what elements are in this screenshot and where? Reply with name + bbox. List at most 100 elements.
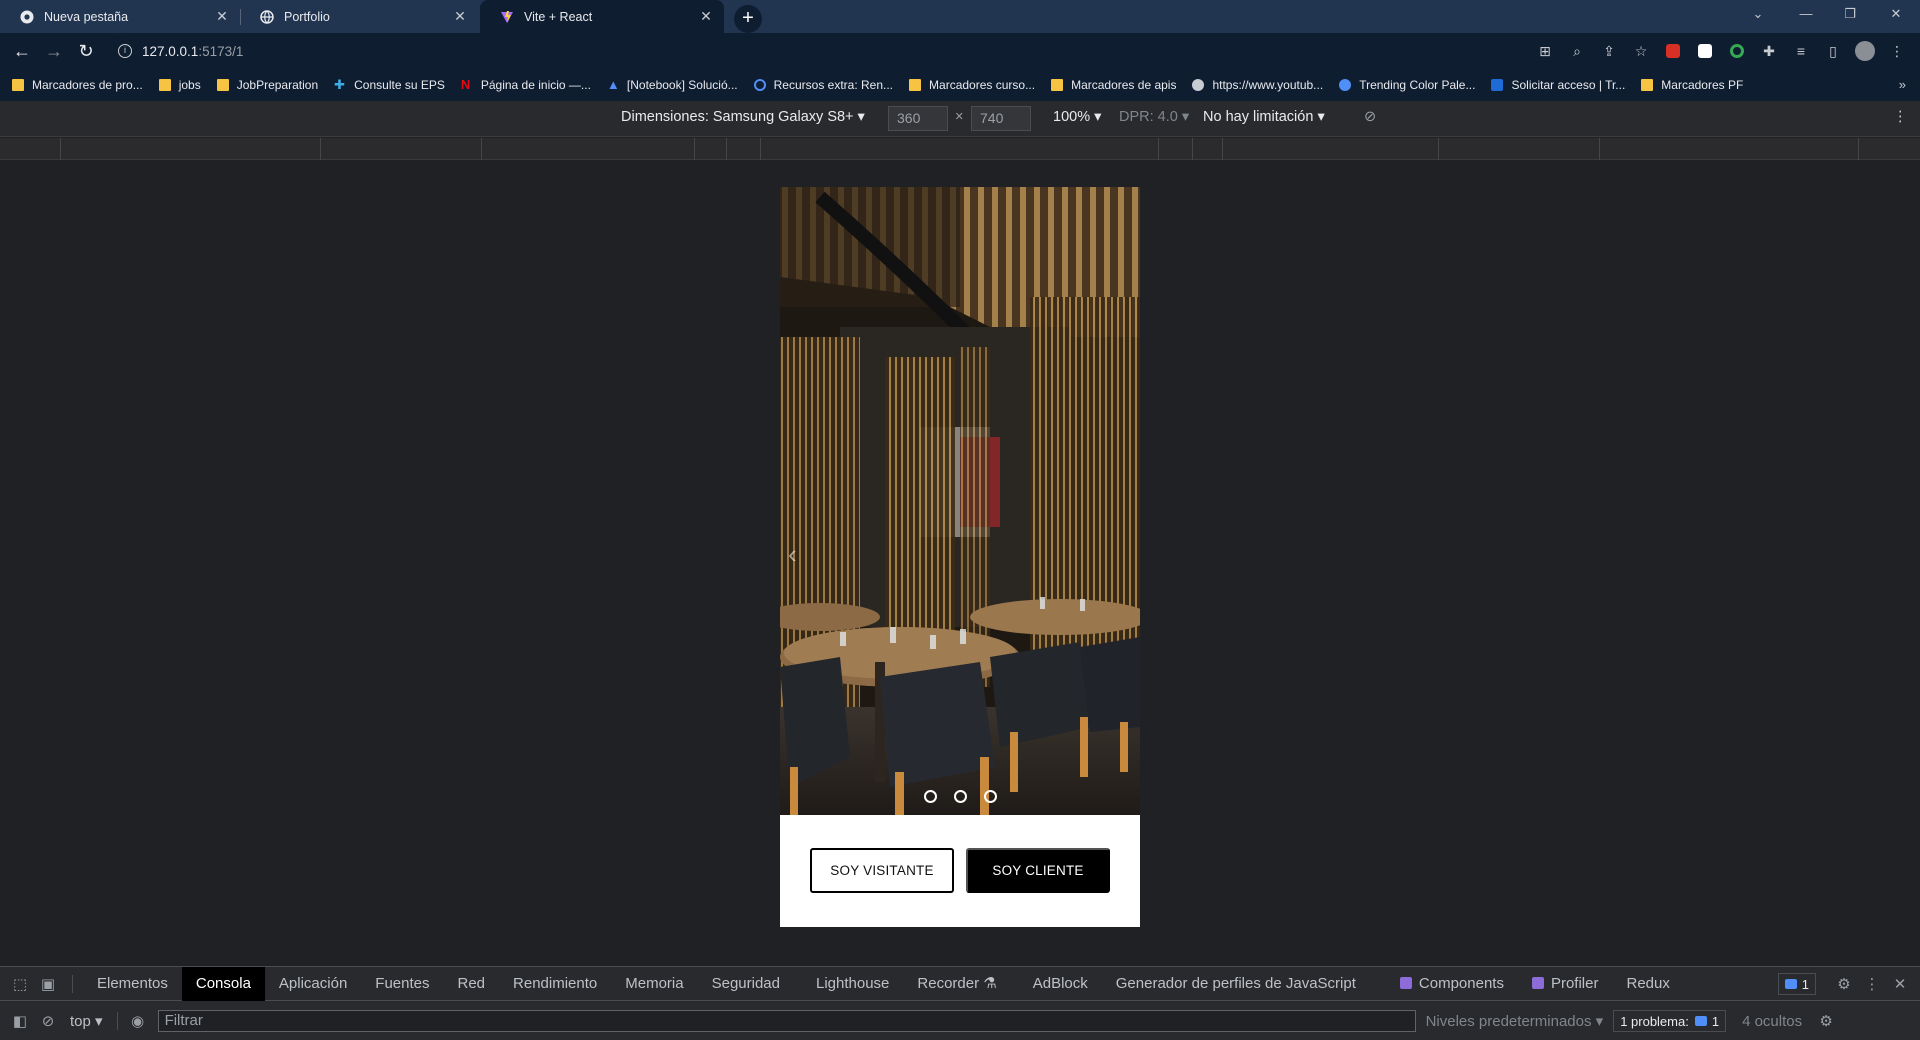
ruler-segment[interactable] [1858,138,1859,160]
dpr-select[interactable]: DPR: 4.0 ▾ [1119,109,1189,125]
tab-fuentes[interactable]: Fuentes [361,967,443,1001]
throttle-select[interactable]: No hay limitación ▾ [1203,109,1325,125]
tab-lighthouse[interactable]: Lighthouse [802,967,903,1001]
device-menu-icon[interactable]: ⋮ [1893,109,1908,125]
bookmark-item[interactable]: Marcadores de pro... [12,78,143,92]
new-tab-button[interactable]: + [734,5,762,33]
tab-rendimiento[interactable]: Rendimiento [499,967,611,1001]
device-toggle-icon[interactable]: ▣ [34,967,62,1001]
bookmark-item[interactable]: JobPreparation [216,78,318,92]
bookmark-item[interactable]: Trending Color Pale... [1339,78,1475,92]
bookmark-item[interactable]: ▲ [Notebook] Solució... [607,78,738,92]
extension-green-icon[interactable] [1724,37,1750,65]
hidden-messages-count: 4 ocultos [1742,1012,1803,1030]
tab-nueva-pestana[interactable]: Nueva pestaña ✕ [0,0,240,33]
ruler-segment[interactable] [320,138,321,160]
ruler-segment[interactable] [1438,138,1439,160]
ruler-segment[interactable] [1599,138,1600,160]
ruler-segment[interactable] [1192,138,1193,160]
profile-avatar[interactable] [1852,37,1878,65]
ruler-segment[interactable] [481,138,482,160]
extension-red-icon[interactable] [1660,37,1686,65]
bookmark-item[interactable]: jobs [158,78,201,92]
log-levels-select[interactable]: Niveles predeterminados ▾ [1416,1012,1614,1030]
soy-cliente-button[interactable]: SOY CLIENTE [966,848,1110,893]
more-bookmarks-icon[interactable]: » [1899,77,1906,92]
console-settings-gear-icon[interactable]: ⚙ [1812,1004,1840,1038]
clear-console-icon[interactable]: ⊘ [34,1004,62,1038]
inspect-element-icon[interactable]: ⬚ [6,967,34,1001]
tab-elementos[interactable]: Elementos [83,967,182,1001]
reading-list-icon[interactable]: ≡ [1788,37,1814,65]
share-icon[interactable]: ⇪ [1596,37,1622,65]
devtools-menu-icon[interactable]: ⋮ [1858,967,1886,1001]
close-icon[interactable]: ✕ [698,8,714,25]
ruler-segment[interactable] [1158,138,1159,160]
carousel-dot[interactable] [953,790,967,803]
translate-icon[interactable]: ⊞ [1532,37,1558,65]
rotate-icon[interactable]: ⊘ [1364,109,1376,125]
minimize-icon[interactable]: — [1786,0,1826,28]
tab-js-profiler[interactable]: Generador de perfiles de JavaScript [1102,967,1370,1001]
folder-icon [1051,79,1064,91]
zoom-icon[interactable]: ⌕ [1564,37,1590,65]
restore-icon[interactable]: ❐ [1830,0,1870,28]
bookmark-item[interactable]: https://www.youtub... [1192,78,1323,92]
reload-icon[interactable]: ↻ [72,37,100,65]
ruler-segment[interactable] [1222,138,1223,160]
bookmark-item[interactable]: N Página de inicio —... [461,78,591,92]
ruler-segment[interactable] [694,138,695,160]
sidebar-toggle-icon[interactable]: ◧ [6,1004,34,1038]
ruler-segment[interactable] [60,138,61,160]
side-panel-icon[interactable]: ▯ [1820,37,1846,65]
back-icon[interactable]: ← [8,37,36,65]
soy-visitante-button[interactable]: SOY VISITANTE [810,848,954,893]
close-devtools-icon[interactable]: ✕ [1886,967,1914,1001]
tab-redux[interactable]: Redux [1612,967,1683,1001]
device-height-input[interactable]: 740 [971,106,1031,131]
context-select[interactable]: top ▾ [62,1012,111,1030]
live-expression-eye-icon[interactable]: ◉ [124,1004,152,1038]
tab-portfolio[interactable]: Portfolio ✕ [240,0,478,33]
zoom-select[interactable]: 100% ▾ [1053,109,1101,125]
ruler-segment[interactable] [726,138,727,160]
hero-carousel[interactable]: ‹ [780,187,1140,815]
bookmark-item[interactable]: Marcadores curso... [909,78,1035,92]
tab-memoria[interactable]: Memoria [611,967,697,1001]
tab-seguridad[interactable]: Seguridad [698,967,794,1001]
menu-kebab-icon[interactable]: ⋮ [1884,37,1910,65]
bookmark-item[interactable]: ✚ Consulte su EPS [334,78,445,92]
chevron-left-icon[interactable]: ‹ [788,539,797,570]
bookmark-item[interactable]: Marcadores PF [1641,78,1743,92]
tab-aplicacion[interactable]: Aplicación [265,967,361,1001]
ruler-segment[interactable] [760,138,761,160]
tab-recorder[interactable]: Recorder ⚗ [903,967,1010,1001]
bookmark-star-icon[interactable]: ☆ [1628,37,1654,65]
bookmark-item[interactable]: Marcadores de apis [1051,78,1176,92]
issues-badge[interactable]: 1 [1777,973,1816,995]
flask-icon: ⚗ [983,974,997,992]
forward-icon[interactable]: → [40,37,68,65]
console-filter-input[interactable]: Filtrar [157,1010,1416,1032]
bookmark-item[interactable]: Solicitar acceso | Tr... [1491,78,1625,92]
tab-adblock[interactable]: AdBlock [1019,967,1102,1001]
close-window-icon[interactable]: ✕ [1876,0,1916,28]
tab-red[interactable]: Red [444,967,500,1001]
problems-badge[interactable]: 1 problema: 1 [1613,1010,1727,1032]
tab-components[interactable]: Components [1386,967,1518,1001]
extension-box-icon[interactable] [1692,37,1718,65]
tab-search-icon[interactable]: ⌄ [1738,0,1778,28]
tab-profiler[interactable]: Profiler [1518,967,1613,1001]
site-info-icon[interactable]: i [118,44,132,58]
bookmark-item[interactable]: Recursos extra: Ren... [753,78,893,92]
device-dimensions-select[interactable]: Dimensiones: Samsung Galaxy S8+ ▾ [621,109,865,125]
tab-vite-react[interactable]: Vite + React ✕ [480,0,724,33]
close-icon[interactable]: ✕ [214,8,230,25]
carousel-dot[interactable] [923,790,937,803]
close-icon[interactable]: ✕ [452,8,468,25]
tab-consola[interactable]: Consola [181,966,265,1001]
settings-gear-icon[interactable]: ⚙ [1830,967,1858,1001]
device-width-input[interactable]: 360 [888,106,948,131]
carousel-dot[interactable] [983,790,997,803]
extensions-puzzle-icon[interactable]: ✚ [1756,37,1782,65]
